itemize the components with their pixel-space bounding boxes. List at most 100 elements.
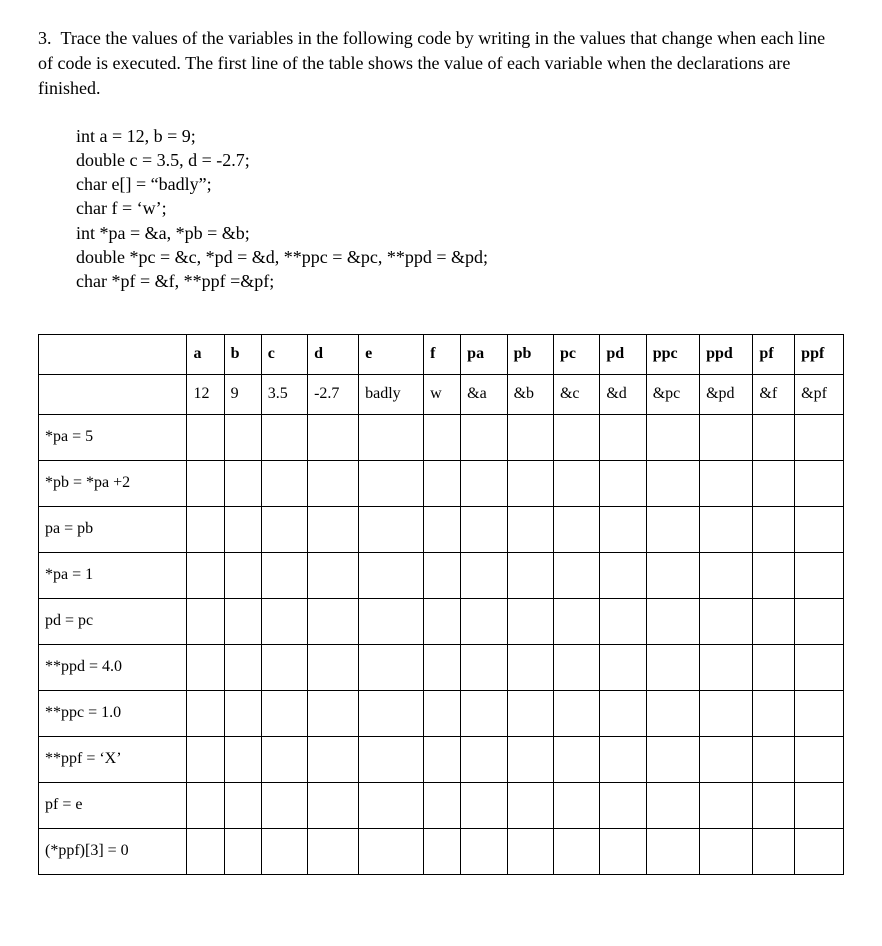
cell[interactable] xyxy=(261,736,307,782)
cell[interactable] xyxy=(224,552,261,598)
cell[interactable] xyxy=(308,552,359,598)
cell[interactable] xyxy=(646,506,699,552)
cell[interactable] xyxy=(224,460,261,506)
cell[interactable] xyxy=(507,460,553,506)
cell[interactable] xyxy=(308,736,359,782)
cell[interactable] xyxy=(700,690,753,736)
cell[interactable] xyxy=(795,644,844,690)
cell[interactable] xyxy=(187,690,224,736)
cell[interactable] xyxy=(646,460,699,506)
cell[interactable] xyxy=(308,414,359,460)
cell[interactable] xyxy=(553,506,599,552)
cell[interactable] xyxy=(646,644,699,690)
cell[interactable] xyxy=(795,460,844,506)
cell[interactable] xyxy=(600,414,646,460)
cell[interactable] xyxy=(461,644,507,690)
cell[interactable] xyxy=(224,736,261,782)
cell[interactable] xyxy=(261,460,307,506)
cell[interactable] xyxy=(646,736,699,782)
cell[interactable] xyxy=(553,552,599,598)
cell[interactable] xyxy=(308,506,359,552)
cell[interactable] xyxy=(795,782,844,828)
cell[interactable] xyxy=(359,460,424,506)
cell[interactable] xyxy=(359,598,424,644)
cell[interactable] xyxy=(261,598,307,644)
cell[interactable] xyxy=(261,552,307,598)
cell[interactable] xyxy=(553,782,599,828)
cell[interactable] xyxy=(553,460,599,506)
cell[interactable] xyxy=(424,598,461,644)
cell[interactable] xyxy=(700,552,753,598)
cell[interactable] xyxy=(224,644,261,690)
cell[interactable] xyxy=(753,460,795,506)
cell[interactable] xyxy=(359,690,424,736)
cell[interactable] xyxy=(753,506,795,552)
cell[interactable] xyxy=(359,736,424,782)
cell[interactable] xyxy=(700,782,753,828)
cell[interactable] xyxy=(553,414,599,460)
cell[interactable] xyxy=(795,598,844,644)
cell[interactable] xyxy=(461,828,507,874)
cell[interactable] xyxy=(700,644,753,690)
cell[interactable] xyxy=(461,414,507,460)
cell[interactable] xyxy=(507,736,553,782)
cell[interactable] xyxy=(646,598,699,644)
cell[interactable] xyxy=(795,690,844,736)
cell[interactable] xyxy=(507,506,553,552)
cell[interactable] xyxy=(424,506,461,552)
cell[interactable] xyxy=(753,828,795,874)
cell[interactable] xyxy=(753,736,795,782)
cell[interactable] xyxy=(795,506,844,552)
cell[interactable] xyxy=(753,782,795,828)
cell[interactable] xyxy=(261,506,307,552)
cell[interactable] xyxy=(795,552,844,598)
cell[interactable] xyxy=(507,782,553,828)
cell[interactable] xyxy=(461,552,507,598)
cell[interactable] xyxy=(261,690,307,736)
cell[interactable] xyxy=(600,460,646,506)
cell[interactable] xyxy=(261,414,307,460)
cell[interactable] xyxy=(461,460,507,506)
cell[interactable] xyxy=(646,690,699,736)
cell[interactable] xyxy=(553,828,599,874)
cell[interactable] xyxy=(187,414,224,460)
cell[interactable] xyxy=(187,552,224,598)
cell[interactable] xyxy=(700,460,753,506)
cell[interactable] xyxy=(700,828,753,874)
cell[interactable] xyxy=(424,736,461,782)
cell[interactable] xyxy=(187,506,224,552)
cell[interactable] xyxy=(600,736,646,782)
cell[interactable] xyxy=(600,782,646,828)
cell[interactable] xyxy=(507,598,553,644)
cell[interactable] xyxy=(461,506,507,552)
cell[interactable] xyxy=(261,782,307,828)
cell[interactable] xyxy=(553,736,599,782)
cell[interactable] xyxy=(308,644,359,690)
cell[interactable] xyxy=(795,736,844,782)
cell[interactable] xyxy=(359,414,424,460)
cell[interactable] xyxy=(424,644,461,690)
cell[interactable] xyxy=(461,690,507,736)
cell[interactable] xyxy=(187,736,224,782)
cell[interactable] xyxy=(753,552,795,598)
cell[interactable] xyxy=(224,414,261,460)
cell[interactable] xyxy=(424,460,461,506)
cell[interactable] xyxy=(646,782,699,828)
cell[interactable] xyxy=(308,460,359,506)
cell[interactable] xyxy=(461,782,507,828)
cell[interactable] xyxy=(795,414,844,460)
cell[interactable] xyxy=(700,414,753,460)
cell[interactable] xyxy=(461,598,507,644)
cell[interactable] xyxy=(261,644,307,690)
cell[interactable] xyxy=(187,460,224,506)
cell[interactable] xyxy=(308,828,359,874)
cell[interactable] xyxy=(308,690,359,736)
cell[interactable] xyxy=(359,506,424,552)
cell[interactable] xyxy=(600,828,646,874)
cell[interactable] xyxy=(359,828,424,874)
cell[interactable] xyxy=(308,782,359,828)
cell[interactable] xyxy=(424,552,461,598)
cell[interactable] xyxy=(753,598,795,644)
cell[interactable] xyxy=(507,690,553,736)
cell[interactable] xyxy=(795,828,844,874)
